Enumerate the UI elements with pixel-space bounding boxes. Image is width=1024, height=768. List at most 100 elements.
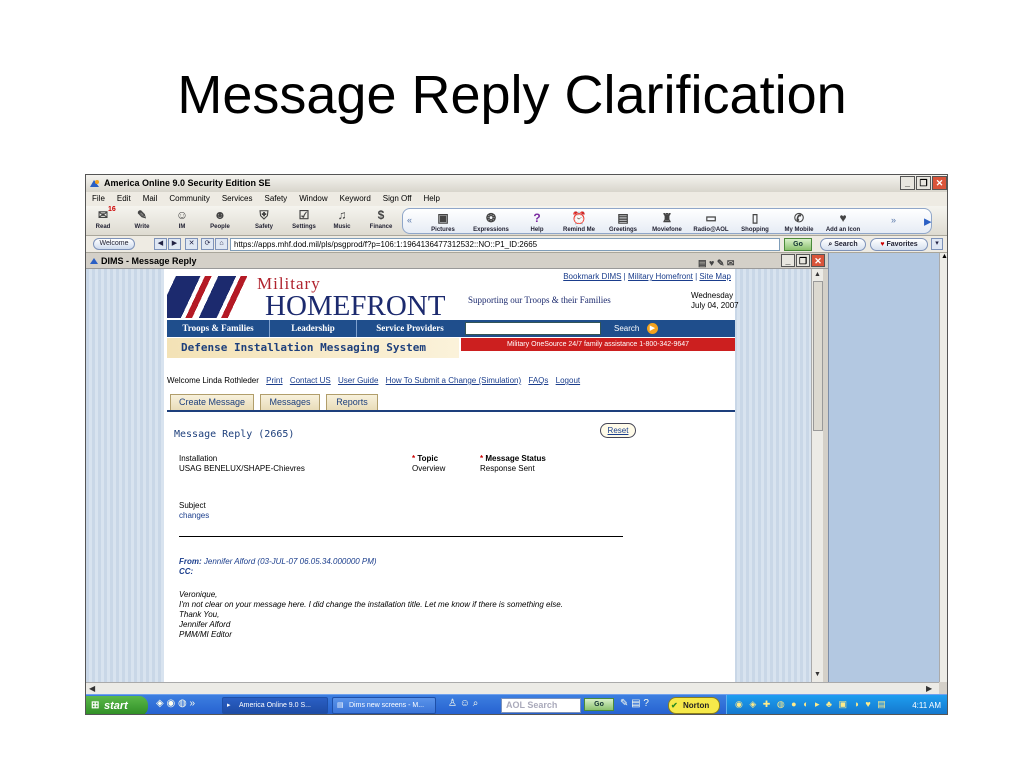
document-task-icon: ▤	[337, 702, 344, 709]
nav-leadership[interactable]: Leadership	[270, 320, 356, 337]
scroll-left-icon[interactable]: ◀	[89, 683, 95, 694]
outer-vertical-scrollbar[interactable]: ▲	[939, 253, 947, 682]
start-button[interactable]: ⊞ start	[86, 696, 148, 714]
menu-safety[interactable]: Safety	[265, 192, 288, 206]
menu-keyword[interactable]: Keyword	[340, 192, 371, 206]
faqs-link[interactable]: FAQs	[528, 376, 548, 385]
tray-icons[interactable]: ◉ ◈ ✚ ◍ ● ◐ ▸ ♣ ▣ ◑ ♥ ▤	[735, 699, 888, 710]
url-input[interactable]: https://apps.mhf.dod.mil/pls/psgprod/f?p…	[230, 238, 780, 251]
menu-community[interactable]: Community	[169, 192, 209, 206]
toolbar-read-button[interactable]: ✉ Read	[86, 208, 123, 230]
print-link[interactable]: Print	[266, 376, 282, 385]
logout-link[interactable]: Logout	[556, 376, 580, 385]
taskbar-aol-search-input[interactable]: AOL Search	[501, 698, 581, 713]
toolbar-shopping-button[interactable]: ▯ Shopping	[735, 211, 775, 233]
toolbar-scroll-left-icon[interactable]: «	[407, 215, 412, 225]
home-button[interactable]: ⌂	[215, 238, 228, 250]
toolbar-pictures-button[interactable]: ▣ Pictures	[423, 211, 463, 233]
toolbar-people-button[interactable]: ☻ People	[200, 208, 240, 230]
menu-services[interactable]: Services	[222, 192, 253, 206]
favorites-dropdown-button[interactable]: ▾	[931, 238, 943, 250]
topic-label: Topic	[417, 454, 439, 463]
tab-reports[interactable]: Reports	[326, 394, 378, 410]
aol-search-button[interactable]: ⌕ Search	[820, 238, 866, 251]
nav-service-providers[interactable]: Service Providers	[357, 320, 463, 337]
menu-help[interactable]: Help	[424, 192, 440, 206]
toolbar-im-button[interactable]: ☺ IM	[162, 208, 202, 230]
tab-create-message[interactable]: Create Message	[170, 394, 254, 410]
scroll-down-icon[interactable]: ▼	[812, 669, 823, 680]
taskbar-go-button[interactable]: Go	[584, 698, 614, 711]
start-label: start	[104, 700, 128, 712]
norton-button[interactable]: ✔ Norton	[668, 697, 720, 714]
site-map-link[interactable]: Site Map	[699, 272, 731, 281]
toolbar-remind-me-button[interactable]: ⏰ Remind Me	[559, 211, 599, 233]
toolbar-greetings-button[interactable]: ▤ Greetings	[603, 211, 643, 233]
favorites-button[interactable]: ♥ Favorites	[870, 238, 928, 251]
welcome-button[interactable]: Welcome	[93, 238, 135, 250]
back-button[interactable]: ◀	[154, 238, 167, 250]
toolbar-radio-button[interactable]: ▭ Radio@AOL	[691, 211, 731, 233]
nav-troops-families[interactable]: Troops & Families	[167, 320, 269, 337]
aol-close-button[interactable]: ✕	[932, 176, 947, 190]
toolbar-help-label: Help	[530, 227, 544, 233]
toolbar-moviefone-button[interactable]: ♜ Moviefone	[647, 211, 687, 233]
dims-page: Bookmark DIMS | Military Homefront | Sit…	[164, 269, 739, 682]
contact-us-link[interactable]: Contact US	[290, 376, 331, 385]
toolbar-add-icon-button[interactable]: ♥ Add an Icon	[823, 211, 863, 233]
toolbar-safety-label: Safety	[254, 224, 273, 230]
taskbar-item-dims[interactable]: ▤ Dims new screens - M...	[332, 697, 436, 714]
site-tagline: Supporting our Troops & their Families	[468, 295, 611, 305]
horizontal-scrollbar[interactable]: ◀ ▶	[86, 682, 939, 694]
military-homefront-logo[interactable]: Military HOMEFRONT	[167, 274, 467, 322]
quick-launch-icons[interactable]: ◈ ◉ ◍ »	[156, 698, 195, 709]
aol-quick-icons[interactable]: ♙ ☺ ⌕	[448, 698, 478, 709]
menu-window[interactable]: Window	[299, 192, 327, 206]
menu-sign-off[interactable]: Sign Off	[383, 192, 412, 206]
aol-minimize-button[interactable]: _	[900, 176, 915, 190]
toolbar-write-button[interactable]: ✎ Write	[122, 208, 162, 230]
bookmark-dims-link[interactable]: Bookmark DIMS	[563, 272, 621, 281]
military-homefront-link[interactable]: Military Homefront	[628, 272, 693, 281]
site-search-input[interactable]	[465, 322, 601, 335]
taskbar-tool-icons[interactable]: ✎ ▤ ?	[620, 698, 649, 709]
toolbar-music-button[interactable]: ♫ Music	[322, 208, 362, 230]
menu-mail[interactable]: Mail	[143, 192, 158, 206]
toolbar-safety-button[interactable]: ⛨ Safety	[244, 208, 284, 230]
reset-button[interactable]: Reset	[600, 423, 636, 438]
toolbar-settings-button[interactable]: ☑ Settings	[284, 208, 324, 230]
scroll-thumb[interactable]	[813, 281, 823, 431]
menu-file[interactable]: File	[92, 192, 105, 206]
menu-edit[interactable]: Edit	[117, 192, 131, 206]
tab-messages[interactable]: Messages	[260, 394, 320, 410]
user-guide-link[interactable]: User Guide	[338, 376, 378, 385]
toolbar-expressions-button[interactable]: ❂ Expressions	[471, 211, 511, 233]
taskbar-item-aol[interactable]: ▸ America Online 9.0 S...	[222, 697, 328, 714]
subject-field: Subject changes	[179, 501, 209, 521]
dims-close-button[interactable]: ✕	[811, 254, 825, 267]
aol-restore-button[interactable]: ❐	[916, 176, 931, 190]
refresh-button[interactable]: ⟳	[201, 238, 214, 250]
forward-button[interactable]: ▶	[168, 238, 181, 250]
dims-minimize-button[interactable]: _	[781, 254, 795, 267]
add-icon: ♥	[839, 211, 847, 225]
submit-change-link[interactable]: How To Submit a Change (Simulation)	[386, 376, 521, 385]
slide-title: Message Reply Clarification	[177, 65, 847, 125]
taskbar-item-aol-label: America Online 9.0 S...	[239, 702, 311, 709]
swirl-icon: ❂	[485, 211, 497, 225]
page-vertical-scrollbar[interactable]: ▲ ▼	[811, 269, 823, 682]
stop-button[interactable]: ✕	[185, 238, 198, 250]
toolbar-my-mobile-button[interactable]: ✆ My Mobile	[779, 211, 819, 233]
military-onesource-banner[interactable]: Military OneSource 24/7 family assistanc…	[461, 338, 735, 351]
topic-value: Overview	[412, 464, 446, 473]
dims-restore-button[interactable]: ❐	[796, 254, 810, 267]
toolbar-scroll-right-icon[interactable]: »	[891, 215, 896, 225]
toolbar-help-button[interactable]: ? Help	[517, 211, 557, 233]
aol-running-man-icon[interactable]: ▸	[924, 212, 932, 230]
scroll-right-icon[interactable]: ▶	[926, 683, 932, 694]
toolbar-finance-button[interactable]: $ Finance	[361, 208, 401, 230]
scroll-up-icon[interactable]: ▲	[812, 269, 823, 280]
site-search-go-icon[interactable]: ▶	[647, 323, 658, 334]
url-go-button[interactable]: Go	[784, 238, 812, 251]
outer-scroll-up-icon[interactable]: ▲	[940, 253, 947, 263]
